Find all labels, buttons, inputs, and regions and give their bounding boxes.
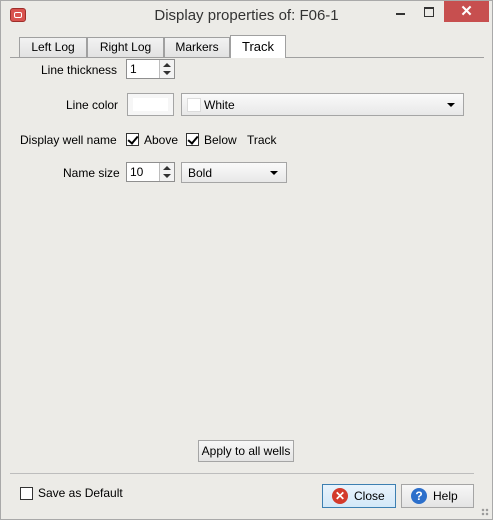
- below-label: Below: [204, 133, 237, 147]
- maximize-button[interactable]: [415, 1, 443, 22]
- spinner-arrows[interactable]: [159, 60, 174, 78]
- name-size-spinner[interactable]: 10: [126, 162, 175, 182]
- chevron-down-icon: [447, 103, 455, 107]
- line-color-label: Line color: [66, 98, 119, 112]
- tab-track[interactable]: Track: [230, 35, 286, 58]
- line-thickness-value: 1: [130, 62, 137, 76]
- close-button[interactable]: ✕ Close: [322, 484, 396, 508]
- white-swatch-icon: [187, 98, 201, 112]
- save-as-default-checkbox[interactable]: [20, 487, 33, 500]
- close-icon: ✕: [332, 488, 348, 504]
- track-label: Track: [247, 133, 277, 147]
- resize-grip-icon[interactable]: [481, 508, 489, 516]
- spinner-arrows[interactable]: [159, 163, 174, 181]
- line-thickness-spinner[interactable]: 1: [126, 59, 175, 79]
- line-color-value: White: [204, 98, 235, 112]
- title-bar[interactable]: Display properties of: F06-1 ✕: [1, 1, 492, 30]
- help-icon: ?: [411, 488, 427, 504]
- above-checkbox[interactable]: [126, 133, 139, 146]
- help-button-label: Help: [433, 489, 458, 503]
- above-label: Above: [144, 133, 179, 147]
- display-well-name-label: Display well name: [20, 133, 117, 147]
- spinner-up-icon[interactable]: [163, 63, 171, 67]
- line-thickness-label: Line thickness: [41, 63, 118, 77]
- footer-divider: [10, 473, 474, 474]
- chevron-down-icon: [270, 171, 278, 175]
- spinner-up-icon[interactable]: [163, 166, 171, 170]
- help-button[interactable]: ? Help: [401, 484, 474, 508]
- tab-right-log[interactable]: Right Log: [87, 37, 164, 57]
- minimize-button[interactable]: [386, 1, 414, 22]
- tab-left-log[interactable]: Left Log: [19, 37, 87, 57]
- close-window-button[interactable]: ✕: [444, 1, 489, 22]
- name-size-value: 10: [130, 165, 144, 179]
- tab-markers[interactable]: Markers: [164, 37, 230, 57]
- line-color-select[interactable]: White: [181, 93, 464, 116]
- name-size-label: Name size: [63, 166, 120, 180]
- track-panel: [10, 57, 484, 461]
- save-as-default-label: Save as Default: [38, 486, 123, 500]
- font-style-value: Bold: [188, 166, 213, 180]
- close-icon: ✕: [460, 3, 473, 20]
- spinner-down-icon[interactable]: [163, 174, 171, 178]
- close-button-label: Close: [354, 489, 385, 503]
- dialog-window: Display properties of: F06-1 ✕ Left Log …: [0, 0, 493, 520]
- color-swatch: [133, 98, 168, 111]
- apply-to-all-wells-button[interactable]: Apply to all wells: [198, 440, 294, 462]
- line-color-button[interactable]: [127, 93, 174, 116]
- below-checkbox[interactable]: [186, 133, 199, 146]
- spinner-down-icon[interactable]: [163, 71, 171, 75]
- font-style-select[interactable]: Bold: [181, 162, 287, 183]
